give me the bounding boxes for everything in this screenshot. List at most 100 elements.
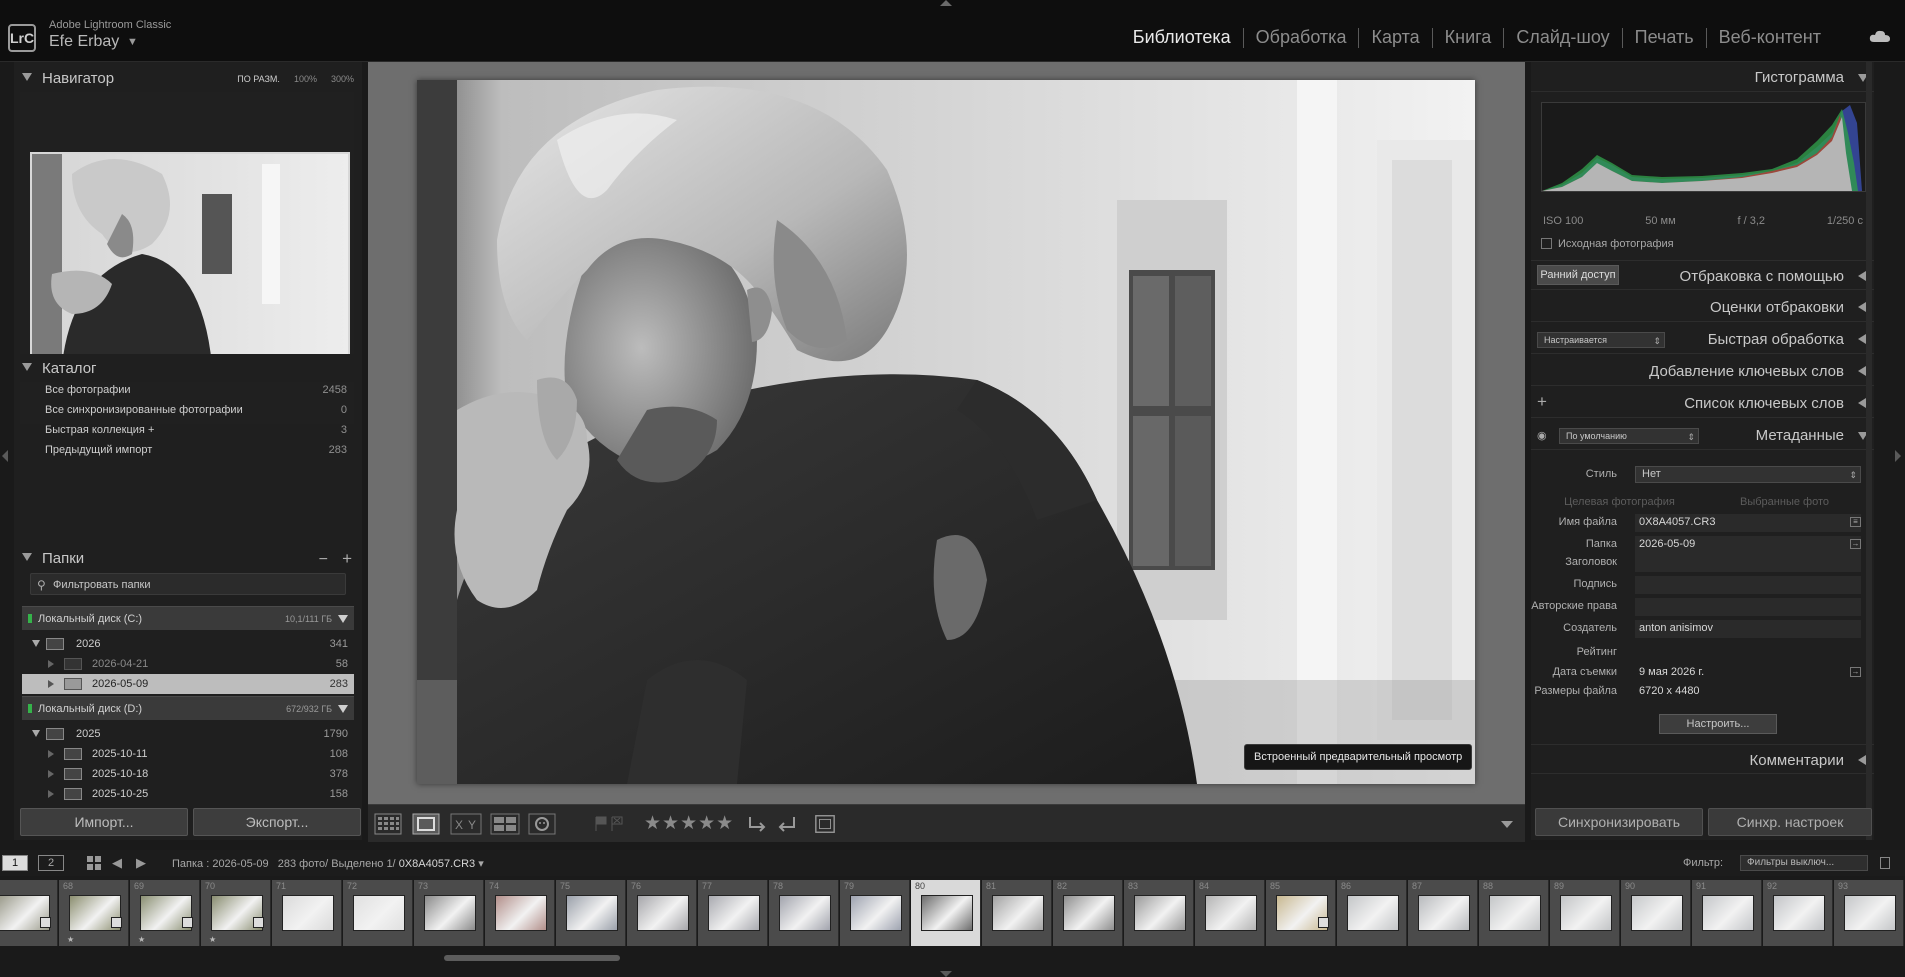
volume-dropdown-icon[interactable]: [338, 705, 348, 713]
folder-row-2026-05-09[interactable]: 2026-05-09 283: [22, 674, 354, 694]
filmstrip-thumbnail[interactable]: [1702, 895, 1754, 931]
folder-filter-input[interactable]: ⚲ Фильтровать папки: [30, 573, 346, 595]
style-select[interactable]: Нет ⇕: [1635, 466, 1861, 483]
user-dropdown-icon[interactable]: ▼: [127, 36, 138, 48]
compare-view-icon[interactable]: X Y: [450, 813, 482, 835]
collapse-triangle-icon[interactable]: [22, 73, 32, 81]
back-arrow-icon[interactable]: ◀: [112, 855, 122, 871]
collapse-triangle-icon[interactable]: [22, 363, 32, 371]
remove-folder-icon[interactable]: −: [319, 551, 328, 569]
add-folder-icon[interactable]: +: [342, 549, 352, 569]
metadata-preset-select[interactable]: По умолчанию ⇕: [1559, 428, 1699, 444]
rotate-right-icon[interactable]: [774, 813, 800, 835]
expand-triangle-icon[interactable]: [1858, 334, 1866, 344]
folder-row-2025-10-25[interactable]: 2025-10-25 158: [22, 784, 354, 804]
keyword-list-header[interactable]: + Список ключевых слов: [1531, 388, 1874, 418]
filmstrip-cell[interactable]: 78: [769, 880, 839, 946]
expand-triangle-icon[interactable]: [48, 750, 54, 758]
filmstrip-thumbnail[interactable]: [1844, 895, 1896, 931]
star-rating[interactable]: ★★★★★: [644, 812, 734, 834]
filmstrip-thumbnail[interactable]: [921, 895, 973, 931]
module-tab[interactable]: Печать: [1623, 27, 1706, 48]
crop-overlay-icon[interactable]: [812, 813, 838, 835]
filmstrip-cell[interactable]: 73: [414, 880, 484, 946]
caption-field[interactable]: [1635, 576, 1861, 594]
rating-field[interactable]: [1635, 644, 1861, 662]
filmstrip-thumbnail[interactable]: [566, 895, 618, 931]
filmstrip-cell[interactable]: 79: [840, 880, 910, 946]
navigator-thumbnail[interactable]: [30, 152, 350, 367]
filter-select[interactable]: Фильтры выключ...: [1740, 855, 1868, 871]
expand-triangle-icon[interactable]: [48, 770, 54, 778]
headline-field[interactable]: [1635, 554, 1861, 572]
creator-field[interactable]: anton anisimov: [1635, 620, 1861, 638]
filmstrip-cell[interactable]: 84: [1195, 880, 1265, 946]
folder-row-2026-04-21[interactable]: 2026-04-21 58: [22, 654, 354, 674]
catalog-header[interactable]: Каталог: [14, 354, 360, 382]
filmstrip-thumbnail[interactable]: [495, 895, 547, 931]
grid-view-icon[interactable]: [374, 813, 402, 835]
filmstrip-thumbnail[interactable]: [1418, 895, 1470, 931]
copyright-field[interactable]: [1635, 598, 1861, 616]
rotate-left-icon[interactable]: [744, 813, 770, 835]
metadata-header[interactable]: ◉ По умолчанию ⇕ Метаданные: [1531, 420, 1874, 450]
display-2-button[interactable]: 2: [38, 855, 64, 871]
customize-button[interactable]: Настроить...: [1659, 714, 1777, 734]
sync-button[interactable]: Синхронизировать: [1535, 808, 1703, 836]
checkbox-icon[interactable]: [1541, 238, 1552, 249]
filmstrip-cell[interactable]: 75: [556, 880, 626, 946]
cloud-icon[interactable]: [1869, 30, 1891, 42]
expand-triangle-icon[interactable]: [48, 660, 54, 668]
filmstrip-thumbnail[interactable]: [1773, 895, 1825, 931]
original-photo-checkbox[interactable]: Исходная фотография: [1541, 238, 1674, 250]
keywording-header[interactable]: Добавление ключевых слов: [1531, 356, 1874, 386]
collapse-filmstrip-arrow[interactable]: [940, 971, 952, 977]
filmstrip-cell[interactable]: 77: [698, 880, 768, 946]
module-tab[interactable]: Библиотека: [1121, 27, 1243, 48]
catalog-item[interactable]: Все синхронизированные фотографии 0: [20, 400, 354, 420]
module-tab[interactable]: Слайд-шоу: [1504, 27, 1621, 48]
folder-row-2026[interactable]: 2026 341: [22, 634, 354, 654]
filmstrip-cell[interactable]: 93: [1834, 880, 1904, 946]
filmstrip-cell[interactable]: 82: [1053, 880, 1123, 946]
import-button[interactable]: Импорт...: [20, 808, 188, 836]
expand-triangle-icon[interactable]: [1858, 755, 1866, 765]
expand-triangle-icon[interactable]: [1858, 302, 1866, 312]
quick-develop-preset-select[interactable]: Настраивается ⇕: [1537, 332, 1665, 348]
filmstrip-thumbnail[interactable]: [992, 895, 1044, 931]
filmstrip-cell[interactable]: 74: [485, 880, 555, 946]
sync-settings-button[interactable]: Синхр. настроек: [1708, 808, 1872, 836]
expand-triangle-icon[interactable]: [48, 680, 54, 688]
module-tab[interactable]: Обработка: [1244, 27, 1359, 48]
right-panel-scrollbar[interactable]: [1866, 62, 1872, 840]
filmstrip-thumbnail[interactable]: [1560, 895, 1612, 931]
filmstrip-cell[interactable]: 91: [1692, 880, 1762, 946]
filmstrip-thumbnail[interactable]: [282, 895, 334, 931]
filmstrip-thumbnail[interactable]: [637, 895, 689, 931]
survey-view-icon[interactable]: [490, 813, 520, 835]
loupe-view-icon[interactable]: [412, 813, 440, 835]
filter-lock-icon[interactable]: [1880, 857, 1890, 869]
filmstrip-thumbnail[interactable]: [1205, 895, 1257, 931]
filmstrip-cell[interactable]: 87: [1408, 880, 1478, 946]
go-to-folder-icon[interactable]: →: [1850, 539, 1861, 549]
filmstrip-cell[interactable]: 71: [272, 880, 342, 946]
filmstrip-thumbnail[interactable]: [1063, 895, 1115, 931]
chevron-down-icon[interactable]: ▾: [478, 858, 484, 870]
toolbar-options-dropdown-icon[interactable]: [1501, 821, 1513, 828]
volume-dropdown-icon[interactable]: [338, 615, 348, 623]
module-tab[interactable]: Веб-контент: [1707, 27, 1833, 48]
filmstrip-cell[interactable]: 92: [1763, 880, 1833, 946]
zoom-300-option[interactable]: 300%: [331, 74, 354, 84]
go-to-date-icon[interactable]: →: [1850, 667, 1861, 677]
filmstrip-cell[interactable]: 88: [1479, 880, 1549, 946]
folder-row-2025[interactable]: 2025 1790: [22, 724, 354, 744]
collapse-top-panel-arrow[interactable]: [940, 0, 952, 6]
folders-header[interactable]: Папки − +: [14, 544, 360, 572]
export-button[interactable]: Экспорт...: [193, 808, 361, 836]
filmstrip-thumbnail[interactable]: [1347, 895, 1399, 931]
filmstrip-thumbnail[interactable]: [708, 895, 760, 931]
catalog-item[interactable]: Быстрая коллекция + 3: [20, 420, 354, 440]
histogram-header[interactable]: Гистограмма: [1531, 62, 1874, 92]
display-1-button[interactable]: 1: [2, 855, 28, 871]
